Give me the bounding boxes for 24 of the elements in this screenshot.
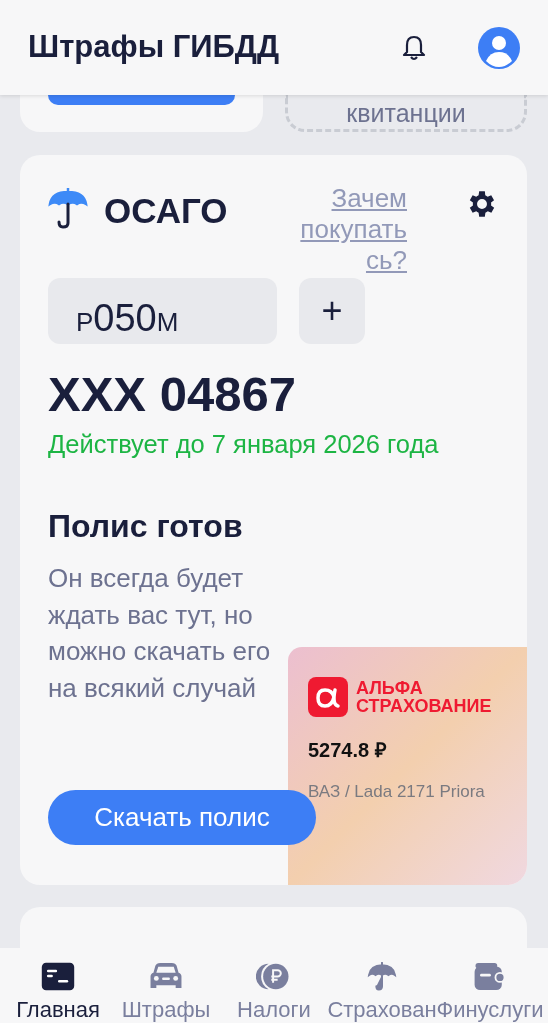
- notification-bell-icon[interactable]: [402, 34, 426, 61]
- validity-text: Действует до 7 января 2026 года: [48, 429, 440, 460]
- avatar-icon[interactable]: [478, 26, 520, 69]
- alpha-logo-icon: [308, 677, 348, 717]
- section-title: ОСАГО: [104, 190, 228, 232]
- action-button[interactable]: [48, 95, 235, 105]
- nav-tab[interactable]: Страхован: [328, 948, 436, 1023]
- car-icon: [148, 962, 184, 991]
- insurer-name: АЛЬФА СТРАХОВАНИЕ: [356, 679, 492, 715]
- add-vehicle-button[interactable]: +: [299, 278, 365, 344]
- nav-tab[interactable]: Финуслуги: [436, 948, 544, 1023]
- license-plate-chip[interactable]: Р050М: [48, 278, 277, 344]
- upload-receipt-button[interactable]: квитанции: [285, 95, 527, 132]
- why-buy-link[interactable]: Зачем покупать сь?: [300, 183, 407, 276]
- status-description: Он всегда будет ждать вас тут, но можно скачать его на всякий случай: [48, 562, 272, 705]
- nav-tab[interactable]: Штрафы: [112, 948, 220, 1023]
- policy-number: ХХХ 04867: [48, 366, 297, 423]
- nav-tab[interactable]: Главная: [4, 948, 112, 1023]
- nav-tab[interactable]: Налоги: [220, 948, 328, 1023]
- insurance-offer-card[interactable]: АЛЬФА СТРАХОВАНИЕ 5274.8 ₽ ВАЗ / Lada 2171 Priora: [288, 647, 527, 885]
- offer-price: 5274.8 ₽: [308, 738, 388, 763]
- page-title: Штрафы ГИБДД: [28, 28, 281, 67]
- status-title: Полис готов: [48, 507, 244, 546]
- umbrella-icon: [48, 187, 88, 231]
